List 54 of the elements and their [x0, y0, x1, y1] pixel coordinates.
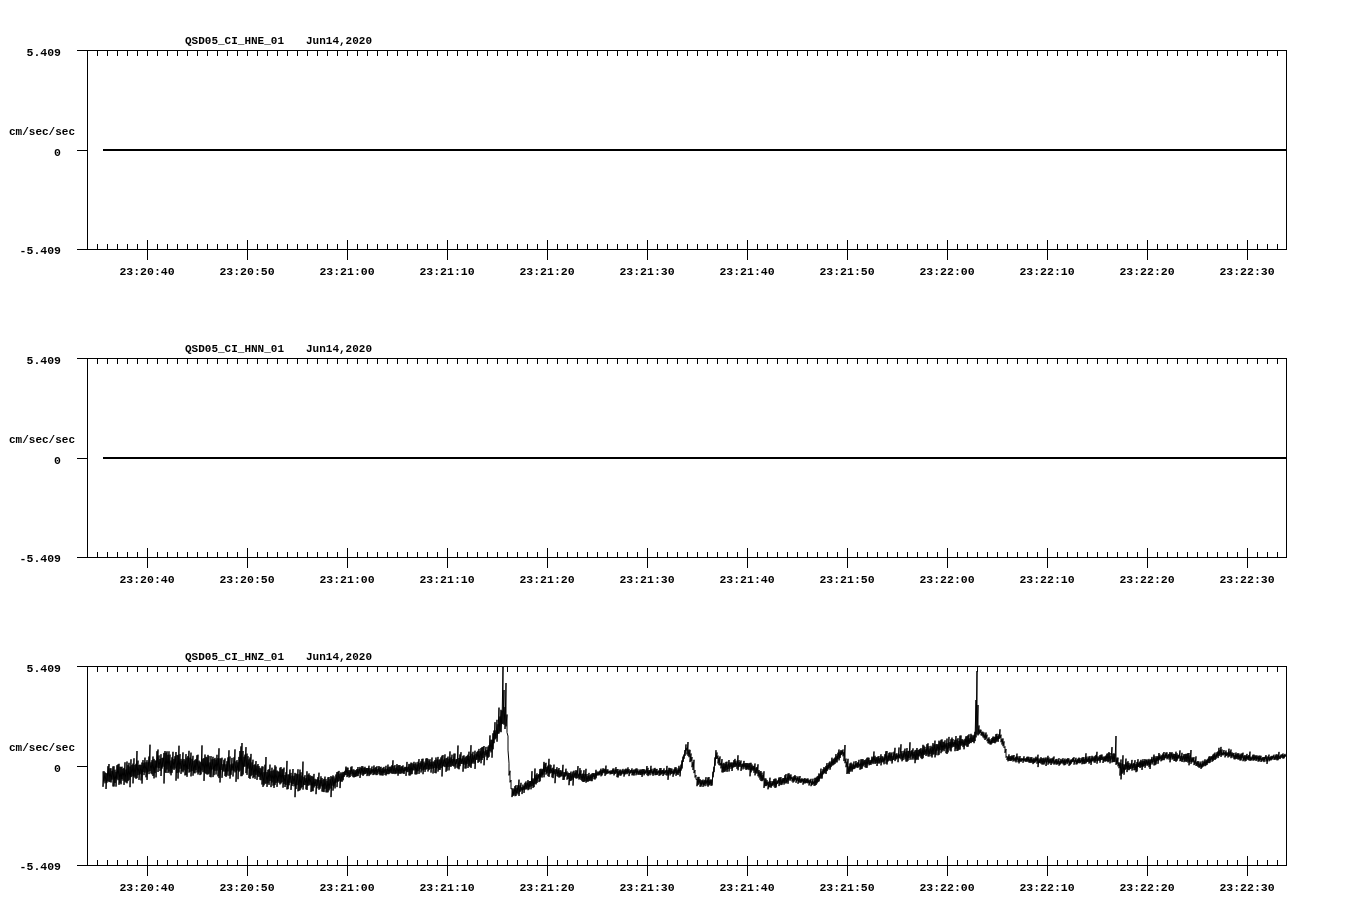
x-axis-label: 23:20:40 [119, 264, 175, 278]
y-axis-label: 5.409 [26, 45, 61, 59]
x-axis-label: 23:21:50 [819, 572, 875, 586]
x-axis-label: 23:21:30 [619, 264, 675, 278]
x-axis-label: 23:22:30 [1219, 572, 1275, 586]
chart-title: QSD05_CI_HNE_01 [185, 35, 285, 47]
x-axis-label: 23:21:00 [319, 264, 375, 278]
y-axis-label: -5.409 [19, 859, 61, 873]
chart-title: QSD05_CI_HNZ_01 [185, 651, 285, 663]
x-axis-label: 23:21:40 [719, 572, 775, 586]
y-axis-label: 0 [54, 453, 61, 467]
y-axis-label: -5.409 [19, 243, 61, 257]
x-axis-label: 23:21:40 [719, 880, 775, 894]
x-axis-label: 23:21:10 [419, 264, 475, 278]
x-axis-label: 23:21:10 [419, 572, 475, 586]
x-axis-label: 23:22:20 [1119, 264, 1175, 278]
x-axis-label: 23:22:00 [919, 572, 975, 586]
x-axis-label: 23:21:20 [519, 264, 575, 278]
x-axis-label: 23:22:00 [919, 880, 975, 894]
x-axis-label: 23:22:10 [1019, 572, 1075, 586]
x-axis-label: 23:21:50 [819, 880, 875, 894]
x-axis-label: 23:21:00 [319, 880, 375, 894]
x-axis-label: 23:21:30 [619, 572, 675, 586]
x-axis-label: 23:22:20 [1119, 572, 1175, 586]
x-axis-label: 23:20:50 [219, 264, 275, 278]
y-axis-label: 0 [54, 761, 61, 775]
x-axis-label: 23:21:50 [819, 264, 875, 278]
x-axis-label: 23:20:50 [219, 572, 275, 586]
x-axis-label: 23:22:10 [1019, 880, 1075, 894]
x-axis-label: 23:21:20 [519, 572, 575, 586]
x-axis-label: 23:21:30 [619, 880, 675, 894]
x-axis-label: 23:21:40 [719, 264, 775, 278]
y-axis-label: 0 [54, 145, 61, 159]
y-axis-label: 5.409 [26, 661, 61, 675]
x-axis-label: 23:22:30 [1219, 264, 1275, 278]
unit-label: cm/sec/sec [9, 434, 75, 446]
date-label: Jun14,2020 [306, 651, 372, 663]
x-axis-label: 23:20:50 [219, 880, 275, 894]
y-axis-label: 5.409 [26, 353, 61, 367]
x-axis-label: 23:22:00 [919, 264, 975, 278]
x-axis-label: 23:20:40 [119, 572, 175, 586]
x-axis-label: 23:21:20 [519, 880, 575, 894]
date-label: Jun14,2020 [306, 35, 372, 47]
unit-label: cm/sec/sec [9, 126, 75, 138]
x-axis-label: 23:20:40 [119, 880, 175, 894]
x-axis-label: 23:22:30 [1219, 880, 1275, 894]
chart-title: QSD05_CI_HNN_01 [185, 343, 285, 355]
y-axis-label: -5.409 [19, 551, 61, 565]
x-axis-label: 23:21:10 [419, 880, 475, 894]
date-label: Jun14,2020 [306, 343, 372, 355]
x-axis-label: 23:21:00 [319, 572, 375, 586]
x-axis-label: 23:22:10 [1019, 264, 1075, 278]
unit-label: cm/sec/sec [9, 742, 75, 754]
x-axis-label: 23:22:20 [1119, 880, 1175, 894]
